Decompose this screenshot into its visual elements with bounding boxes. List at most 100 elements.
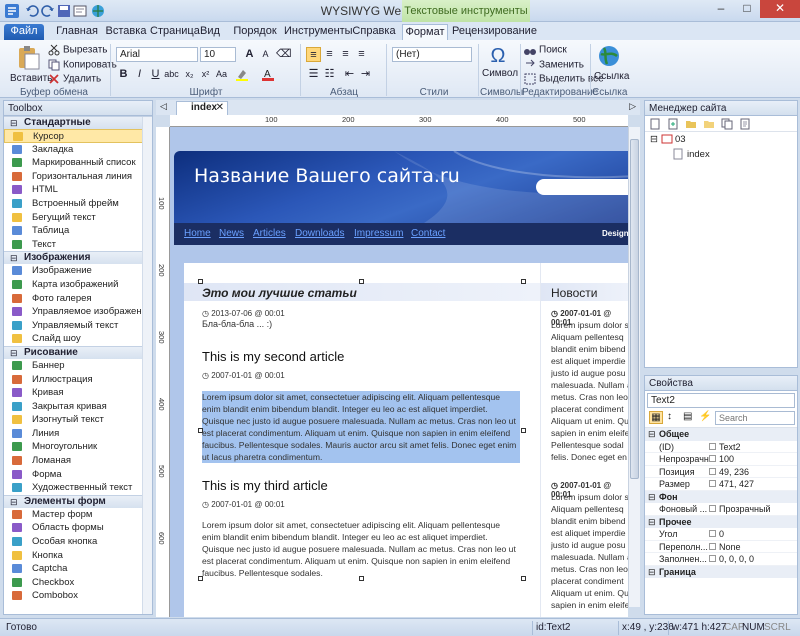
font-color-icon[interactable]: A: [260, 67, 275, 82]
delete-button[interactable]: Удалить: [48, 73, 101, 85]
design-canvas[interactable]: Название Вашего сайта.ru Home News Artic…: [170, 127, 628, 617]
add-page-icon[interactable]: [667, 118, 679, 130]
style-select[interactable]: (Нет): [392, 47, 472, 62]
resize-handle[interactable]: [521, 279, 526, 284]
property-lock-box[interactable]: [709, 442, 716, 450]
toolbox-category[interactable]: Изображения: [4, 251, 152, 265]
superscript-icon[interactable]: x²: [198, 67, 213, 82]
toolbox-item[interactable]: Маркированный список: [4, 156, 152, 170]
toolbox-category[interactable]: Элементы форм: [4, 494, 152, 508]
property-category[interactable]: Граница: [645, 565, 797, 578]
nav-link-news[interactable]: News: [219, 228, 244, 239]
property-search-input[interactable]: [715, 411, 795, 425]
bullet-list-icon[interactable]: ☰: [306, 67, 321, 82]
shrink-font-button[interactable]: A: [258, 47, 273, 62]
property-row[interactable]: Размер 471, 427: [645, 478, 797, 491]
categorized-icon[interactable]: ▦: [649, 411, 663, 424]
toolbox-item[interactable]: Таблица: [4, 224, 152, 238]
property-value[interactable]: Прозрачный: [719, 503, 770, 515]
small-caps-icon[interactable]: Aa: [214, 67, 229, 82]
toolbox-item[interactable]: Линия: [4, 427, 152, 441]
tab-review[interactable]: Рецензирование: [452, 24, 537, 40]
toolbox-item[interactable]: Форма: [4, 468, 152, 482]
toolbox-item[interactable]: Ломаная: [4, 454, 152, 468]
close-button[interactable]: ✕: [760, 0, 800, 18]
article-text-selected[interactable]: Lorem ipsum dolor sit amet, consectetuer…: [202, 391, 520, 463]
property-row[interactable]: Заполнен... 0, 0, 0, 0: [645, 553, 797, 566]
property-row[interactable]: (ID) Text2: [645, 441, 797, 453]
toolbox-item[interactable]: Кривая: [4, 386, 152, 400]
resize-handle[interactable]: [198, 576, 203, 581]
property-value[interactable]: 100: [719, 453, 734, 465]
toolbox-category[interactable]: Стандартные: [4, 116, 152, 129]
toolbox-item[interactable]: Встроенный фрейм: [4, 197, 152, 211]
section-title[interactable]: Это мои лучшие статьи: [184, 283, 540, 301]
property-lock-box[interactable]: [709, 480, 716, 487]
sort-az-icon[interactable]: ↕: [667, 411, 672, 422]
tab-scroll-right-icon[interactable]: ▷: [629, 101, 636, 112]
object-select[interactable]: Text2: [647, 393, 795, 408]
toolbox-item[interactable]: Фото галерея: [4, 292, 152, 306]
resize-handle[interactable]: [198, 428, 203, 433]
paste-button[interactable]: Вставить: [10, 44, 52, 84]
toolbox-item[interactable]: Иллюстрация: [4, 373, 152, 387]
symbol-button[interactable]: Ω Символ: [482, 44, 518, 79]
article-title[interactable]: This is my second article: [202, 349, 344, 364]
property-lock-box[interactable]: [709, 467, 716, 475]
article-title[interactable]: This is my third article: [202, 478, 328, 493]
toolbox-item[interactable]: Изображение: [4, 264, 152, 278]
new-page-icon[interactable]: [649, 118, 661, 130]
resize-handle[interactable]: [359, 576, 364, 581]
resize-handle[interactable]: [359, 279, 364, 284]
toolbox-item[interactable]: Текст: [4, 238, 152, 252]
copy-button[interactable]: Копировать: [48, 59, 117, 71]
property-row[interactable]: Непрозрачн 100: [645, 453, 797, 466]
nav-link-contact[interactable]: Contact: [411, 228, 445, 239]
toolbox-item[interactable]: Особая кнопка: [4, 535, 152, 549]
tab-file[interactable]: Файл: [4, 24, 44, 40]
nav-link-downloads[interactable]: Downloads: [295, 228, 344, 239]
property-lock-box[interactable]: [709, 555, 716, 562]
property-lock-box[interactable]: [709, 542, 716, 550]
tab-index[interactable]: index ✕: [176, 101, 228, 115]
tab-arrange[interactable]: Порядок: [232, 24, 278, 40]
property-value[interactable]: 0, 0, 0, 0: [719, 553, 754, 565]
toolbox-scrollbar[interactable]: [142, 117, 152, 614]
indent-icon[interactable]: ⇥: [358, 67, 373, 82]
tab-help[interactable]: Справка: [352, 24, 396, 40]
property-value[interactable]: 0: [719, 528, 724, 540]
clear-format-icon[interactable]: ⌫: [276, 47, 292, 62]
align-center-icon[interactable]: ≡: [322, 47, 337, 62]
font-family-select[interactable]: Arial: [116, 47, 198, 62]
cut-button[interactable]: Вырезать: [48, 44, 107, 56]
news-title[interactable]: Новости: [541, 283, 628, 301]
replace-button[interactable]: Заменить: [524, 59, 584, 71]
resize-handle[interactable]: [521, 428, 526, 433]
property-value[interactable]: 471, 427: [719, 478, 754, 490]
tab-view[interactable]: Вид: [196, 24, 224, 40]
toolbox-item[interactable]: Закладка: [4, 143, 152, 157]
toolbox-item[interactable]: Художественный текст: [4, 481, 152, 495]
property-category[interactable]: Фон: [645, 490, 797, 503]
toolbox-item[interactable]: Горизонтальная линия: [4, 170, 152, 184]
toolbox-item[interactable]: Кнопка: [4, 549, 152, 563]
link-button[interactable]: Ссылка: [594, 44, 629, 82]
toolbox-item[interactable]: Checkbox: [4, 576, 152, 590]
align-justify-icon[interactable]: ≡: [354, 47, 369, 62]
maximize-button[interactable]: □: [734, 0, 760, 18]
property-lock-box[interactable]: [709, 530, 716, 537]
site-navbar[interactable]: Home News Articles Downloads Impressum C…: [174, 223, 628, 245]
align-right-icon[interactable]: ≡: [338, 47, 353, 62]
toolbox-item[interactable]: Изогнутый текст: [4, 413, 152, 427]
close-tab-icon[interactable]: ✕: [216, 102, 224, 114]
property-category[interactable]: Общее: [645, 428, 797, 441]
toolbox-item[interactable]: Закрытая кривая: [4, 400, 152, 414]
toolbox-item[interactable]: Многоугольник: [4, 440, 152, 454]
nav-link-articles[interactable]: Articles: [253, 228, 286, 239]
numbered-list-icon[interactable]: ☷: [322, 67, 337, 82]
find-button[interactable]: Поиск: [524, 44, 567, 56]
strikethrough-icon[interactable]: abc: [164, 67, 179, 82]
tree-collapse-icon[interactable]: ⊟: [650, 134, 658, 145]
property-lock-box[interactable]: [709, 455, 716, 462]
tab-home[interactable]: Главная: [52, 24, 102, 40]
